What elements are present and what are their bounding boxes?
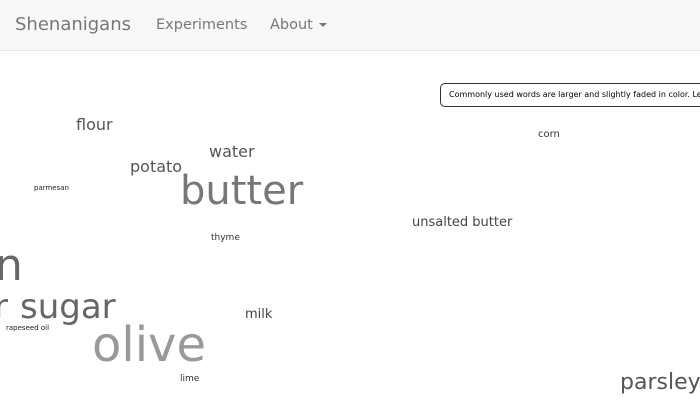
word-parsley[interactable]: parsley (620, 372, 700, 394)
nav-about-label: About (270, 17, 313, 33)
word-water[interactable]: water (209, 144, 255, 160)
word-rapeseed-oil[interactable]: rapeseed oil (6, 325, 49, 332)
word-butter[interactable]: butter (180, 171, 303, 211)
word-milk[interactable]: milk (245, 308, 272, 321)
word-thyme[interactable]: thyme (211, 234, 240, 243)
caret-down-icon (318, 23, 327, 27)
word-corn[interactable]: corn (538, 130, 560, 140)
nav-about-dropdown[interactable]: About (270, 17, 327, 33)
word-lime[interactable]: lime (180, 375, 199, 384)
word-cloud-canvas: Commonly used words are larger and sligh… (0, 51, 700, 400)
word-unsalted-butter[interactable]: unsalted butter (412, 216, 512, 229)
info-tooltip: Commonly used words are larger and sligh… (440, 83, 700, 107)
word-potato[interactable]: potato (130, 159, 182, 175)
word-parmesan[interactable]: parmesan (34, 185, 69, 192)
word-partial-n[interactable]: n (0, 244, 23, 288)
brand-link[interactable]: Shenanigans (15, 14, 131, 35)
word-olive[interactable]: olive (92, 321, 206, 369)
word-flour[interactable]: flour (76, 117, 113, 133)
nav-experiments-link[interactable]: Experiments (156, 17, 247, 33)
navbar: Shenanigans Experiments About (0, 0, 700, 51)
word-partial-r[interactable]: r (0, 290, 8, 324)
